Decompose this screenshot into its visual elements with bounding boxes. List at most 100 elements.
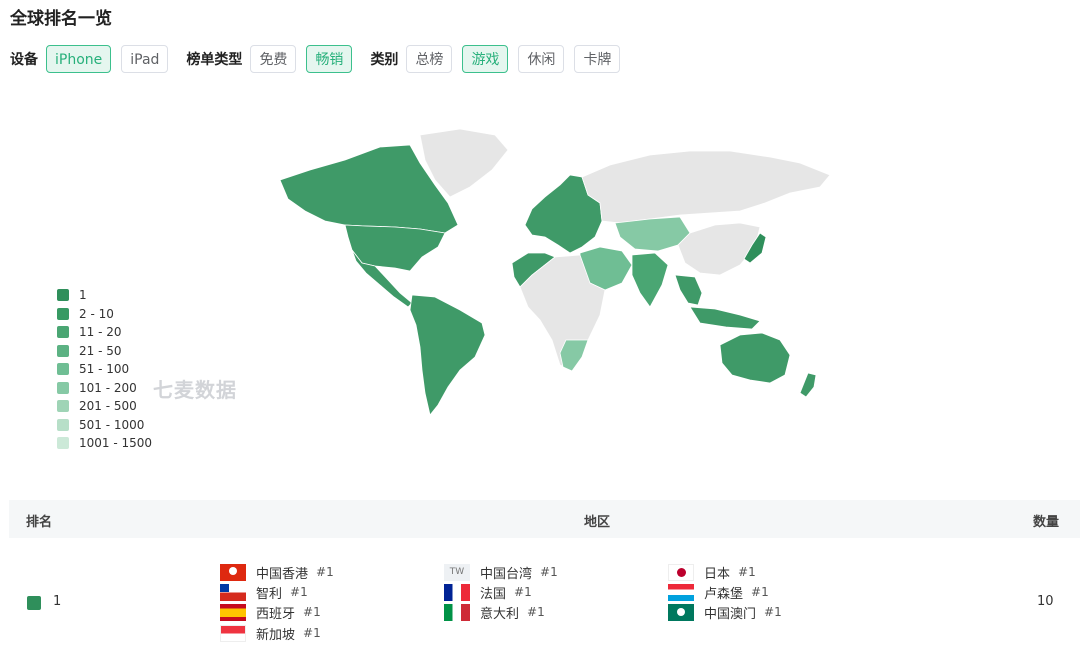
region-rank: #1	[527, 605, 545, 619]
chart-type-filter-label: 榜单类型	[186, 52, 243, 68]
region-rank: #1	[290, 585, 308, 599]
rank-value: 1	[53, 594, 62, 609]
map-russia	[581, 150, 831, 224]
filter-bar: 设备 iPhone iPad 榜单类型 免费 畅销 类别 总榜 游戏 休闲 卡牌	[10, 44, 630, 74]
map-indonesia[interactable]	[689, 306, 761, 330]
region-name: 卢森堡	[704, 586, 744, 602]
region-item-es[interactable]: 西班牙 #1	[220, 602, 321, 622]
luxembourg-flag-icon	[668, 583, 694, 601]
region-column-header: 地区	[584, 515, 611, 530]
legend-swatch	[57, 400, 69, 413]
taiwan-flag-icon: TW	[444, 563, 470, 581]
rank-color-swatch	[27, 596, 41, 610]
legend-swatch	[57, 307, 69, 320]
watermark: 七麦数据	[153, 378, 237, 402]
singapore-flag-icon	[220, 624, 246, 642]
device-ipad-button[interactable]: iPad	[121, 45, 169, 73]
region-name: 意大利	[480, 606, 520, 622]
category-card-button[interactable]: 卡牌	[574, 45, 621, 73]
legend-label: 51 - 100	[79, 362, 130, 377]
legend-item[interactable]: 11 - 20	[57, 323, 152, 342]
spain-flag-icon	[220, 603, 246, 621]
legend-item[interactable]: 2 - 10	[57, 305, 152, 324]
region-item-tw[interactable]: TW 中国台湾 #1	[444, 562, 558, 582]
legend-swatch	[57, 418, 69, 431]
region-item-jp[interactable]: 日本 #1	[668, 562, 756, 582]
map-southern-africa[interactable]	[559, 339, 589, 372]
legend-item[interactable]: 1001 - 1500	[57, 434, 152, 453]
region-rank: #1	[303, 626, 321, 640]
map-india[interactable]	[631, 252, 669, 308]
region-rank: #1	[540, 565, 558, 579]
region-item-sg[interactable]: 新加坡 #1	[220, 623, 321, 643]
map-southeast-asia[interactable]	[674, 274, 703, 306]
count-column-header: 数量	[1033, 515, 1060, 530]
legend-swatch	[57, 363, 69, 376]
region-rank: #1	[316, 565, 334, 579]
region-item-hk[interactable]: 中国香港 #1	[220, 562, 334, 582]
legend-label: 201 - 500	[79, 399, 137, 414]
device-iphone-button[interactable]: iPhone	[46, 45, 112, 73]
region-item-mo[interactable]: 中国澳门 #1	[668, 602, 782, 622]
legend-item[interactable]: 51 - 100	[57, 360, 152, 379]
legend-swatch	[57, 326, 69, 339]
map-new-zealand[interactable]	[799, 372, 817, 398]
legend-label: 1	[79, 288, 87, 303]
count-value: 10	[1037, 594, 1054, 609]
legend-item[interactable]: 201 - 500	[57, 397, 152, 416]
legend-label: 1001 - 1500	[79, 436, 153, 451]
map-south-america[interactable]	[409, 294, 486, 416]
japan-flag-icon	[668, 563, 694, 581]
region-rank: #1	[751, 585, 769, 599]
region-name: 西班牙	[256, 606, 296, 622]
legend-swatch	[57, 289, 69, 302]
device-filter-label: 设备	[10, 52, 38, 68]
region-name: 新加坡	[256, 627, 296, 643]
legend-label: 21 - 50	[79, 343, 122, 358]
legend-item[interactable]: 21 - 50	[57, 342, 152, 361]
category-casual-button[interactable]: 休闲	[518, 45, 565, 73]
page-title: 全球排名一览	[10, 9, 112, 29]
hong-kong-flag-icon	[220, 563, 246, 581]
legend-swatch	[57, 381, 69, 394]
legend-item[interactable]: 101 - 200	[57, 379, 152, 398]
region-rank: #1	[738, 565, 756, 579]
legend-label: 2 - 10	[79, 306, 114, 321]
legend-item[interactable]: 1	[57, 286, 152, 305]
category-overall-button[interactable]: 总榜	[406, 45, 453, 73]
france-flag-icon	[444, 583, 470, 601]
region-item-cl[interactable]: 智利 #1	[220, 582, 308, 602]
chile-flag-icon	[220, 583, 246, 601]
category-filter-label: 类别	[370, 52, 399, 68]
region-name: 智利	[256, 586, 283, 602]
category-games-button[interactable]: 游戏	[462, 45, 509, 73]
chart-type-grossing-button[interactable]: 畅销	[306, 45, 353, 73]
legend-item[interactable]: 501 - 1000	[57, 416, 152, 435]
world-map	[279, 128, 831, 416]
region-name: 中国台湾	[480, 566, 533, 582]
region-name: 法国	[480, 586, 507, 602]
region-name: 日本	[704, 566, 731, 582]
legend-label: 101 - 200	[79, 380, 137, 395]
legend-label: 501 - 1000	[79, 417, 145, 432]
rank-column-header: 排名	[26, 515, 53, 530]
region-item-it[interactable]: 意大利 #1	[444, 602, 545, 622]
region-item-lu[interactable]: 卢森堡 #1	[668, 582, 769, 602]
chart-type-free-button[interactable]: 免费	[250, 45, 297, 73]
map-australia[interactable]	[719, 332, 791, 384]
region-rank: #1	[764, 605, 782, 619]
region-rank: #1	[303, 605, 321, 619]
map-legend: 1 2 - 10 11 - 20 21 - 50 51 - 100 101 - 200 20…	[57, 286, 152, 453]
map-china	[677, 222, 761, 276]
region-item-fr[interactable]: 法国 #1	[444, 582, 532, 602]
italy-flag-icon	[444, 603, 470, 621]
region-name: 中国澳门	[704, 606, 757, 622]
table-row	[0, 540, 1080, 661]
region-rank: #1	[514, 585, 532, 599]
legend-label: 11 - 20	[79, 325, 122, 340]
region-name: 中国香港	[256, 566, 309, 582]
table-header: 排名 地区 数量	[9, 500, 1080, 538]
legend-swatch	[57, 437, 69, 450]
macau-flag-icon	[668, 603, 694, 621]
legend-swatch	[57, 344, 69, 357]
